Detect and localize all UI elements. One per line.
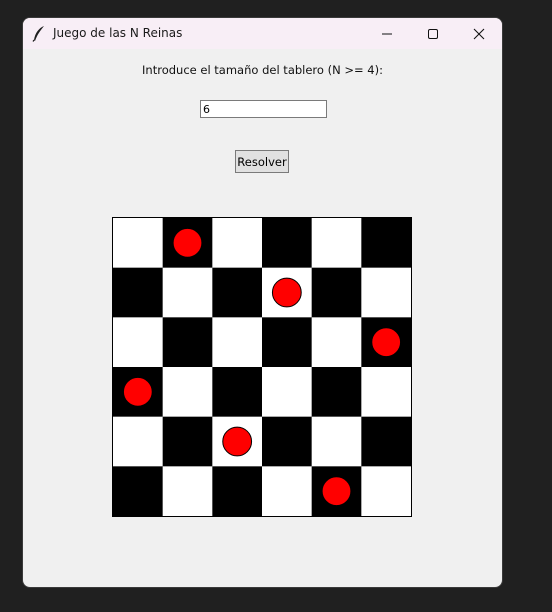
board-square [361, 416, 411, 467]
feather-icon [32, 26, 44, 42]
board-square [113, 218, 164, 269]
board-square [162, 466, 213, 516]
board-square [262, 218, 313, 269]
board-square [311, 267, 362, 318]
queen-piece [371, 327, 402, 358]
app-window: Juego de las N Reinas Introduce el tamañ… [23, 18, 502, 587]
solve-button[interactable]: Resolver [235, 150, 289, 173]
board-square [361, 367, 411, 418]
board-square [262, 416, 313, 467]
board-square [113, 317, 164, 368]
queen-piece [222, 426, 253, 457]
minimize-button[interactable] [364, 18, 410, 49]
board-square [311, 218, 362, 269]
board-size-input[interactable] [200, 100, 327, 118]
board-size-prompt: Introduce el tamaño del tablero (N >= 4)… [142, 63, 383, 77]
board-square [361, 267, 411, 318]
board-square [212, 218, 263, 269]
close-button[interactable] [456, 18, 502, 49]
board-square [262, 317, 313, 368]
maximize-icon [428, 29, 438, 39]
board-square [361, 466, 411, 516]
window-title: Juego de las N Reinas [53, 26, 183, 40]
board-square [262, 466, 313, 516]
minimize-icon [382, 33, 392, 35]
title-bar[interactable]: Juego de las N Reinas [23, 18, 502, 49]
board-square [212, 367, 263, 418]
board-square [162, 416, 213, 467]
board-square [212, 317, 263, 368]
close-icon [473, 28, 485, 40]
queen-piece [271, 277, 302, 308]
board-square [162, 367, 213, 418]
queen-piece [172, 227, 203, 258]
queen-piece [321, 476, 352, 507]
board-square [162, 267, 213, 318]
board-square [212, 267, 263, 318]
board-square [311, 367, 362, 418]
board-square [113, 466, 164, 516]
board-square [262, 367, 313, 418]
chess-board [112, 217, 412, 517]
board-square [113, 416, 164, 467]
board-square [311, 416, 362, 467]
board-square [361, 218, 411, 269]
queen-piece [122, 376, 153, 407]
board-square [162, 317, 213, 368]
board-canvas [113, 218, 411, 516]
board-square [311, 317, 362, 368]
board-square [212, 466, 263, 516]
board-square [113, 267, 164, 318]
maximize-button[interactable] [410, 18, 456, 49]
